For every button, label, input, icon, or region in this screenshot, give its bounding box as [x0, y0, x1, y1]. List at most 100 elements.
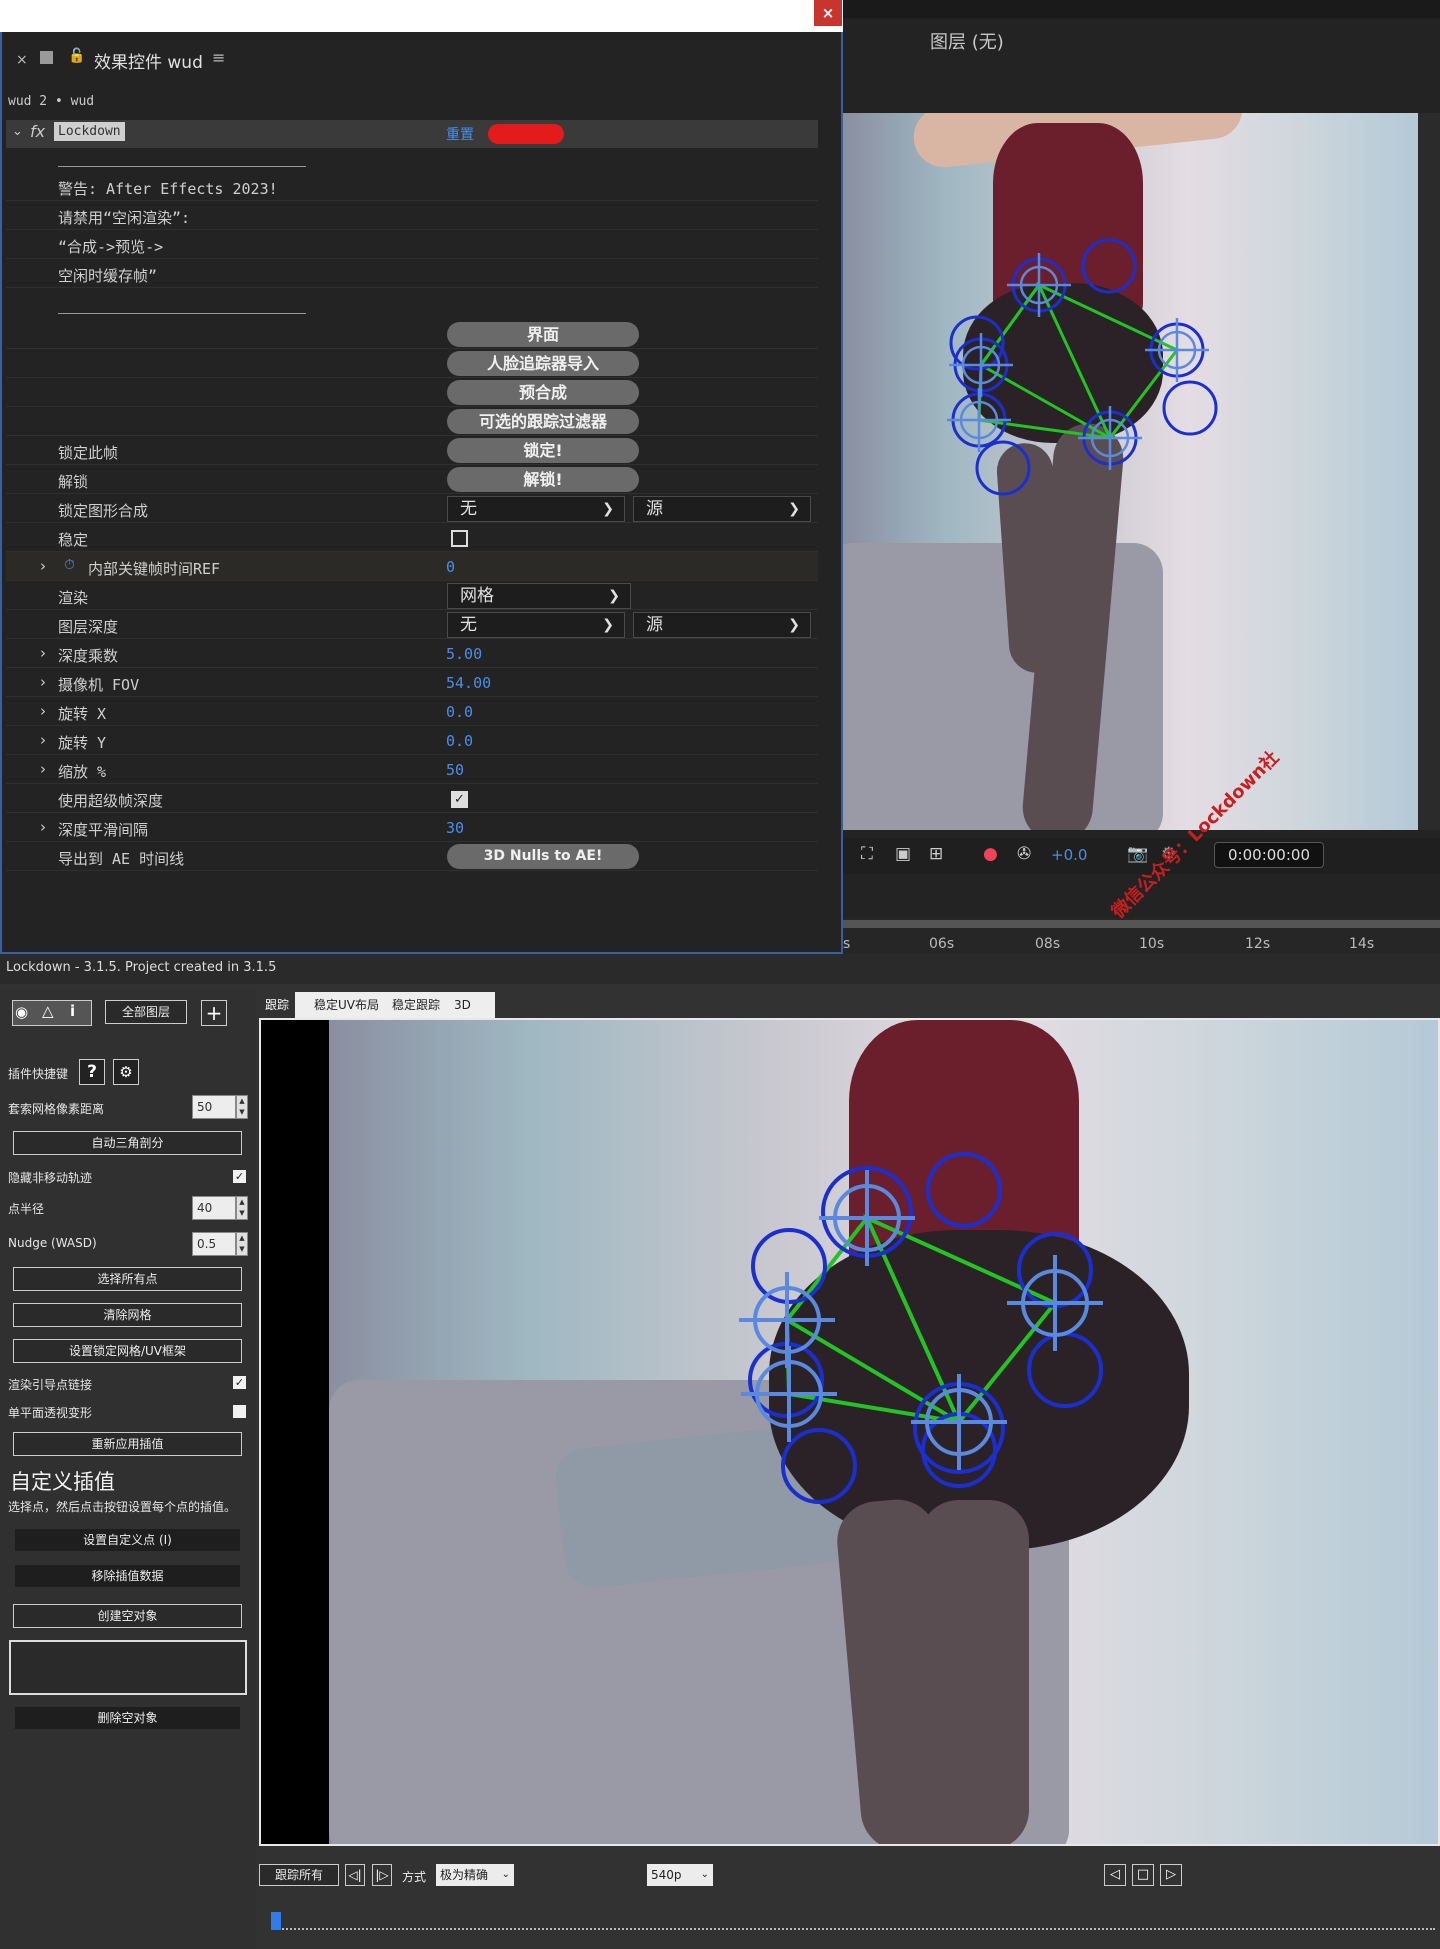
expand-icon[interactable]: › [40, 818, 46, 836]
chevron-down-icon: ❯ [788, 617, 800, 633]
render-select[interactable]: 网格 ❯ [447, 583, 631, 609]
hide-static-checkbox[interactable]: ✓ [233, 1170, 246, 1183]
exposure-value[interactable]: +0.0 [1051, 846, 1087, 864]
expand-icon[interactable]: › [40, 702, 46, 720]
rot-x-value[interactable]: 0.0 [446, 703, 473, 721]
scale-label: 缩放 % [58, 763, 107, 781]
expand-icon[interactable]: › [40, 673, 46, 691]
menu-icon[interactable]: ≡ [212, 48, 225, 67]
precompose-button[interactable]: 预合成 [447, 380, 639, 405]
reapply-button[interactable]: 重新应用插值 [13, 1432, 242, 1456]
expand-icon[interactable]: › [40, 760, 46, 778]
eye-icon[interactable]: ◉ [15, 1003, 28, 1021]
layer-depth-select-2[interactable]: 源 ❯ [633, 612, 811, 638]
expand-icon[interactable]: › [40, 557, 46, 575]
lasso-input[interactable]: 50 [192, 1095, 236, 1119]
transparency-icon[interactable]: ▣ [895, 844, 911, 864]
time-ruler[interactable]: s 06s 08s 10s 12s 14s [843, 918, 1440, 954]
lock-icon[interactable]: 🔓 [68, 48, 85, 64]
step-back-icon[interactable]: ◁| [345, 1864, 365, 1886]
resolution-select[interactable]: 540p ⌄ [647, 1864, 713, 1886]
all-layers-button[interactable]: 全部图层 [105, 1000, 187, 1024]
stabilize-checkbox[interactable] [451, 530, 468, 547]
face-tracker-import-button[interactable]: 人脸追踪器导入 [447, 351, 639, 376]
render-guides-label: 渲染引导点链接 [8, 1378, 93, 1392]
tab-stable-track[interactable]: 稳定跟踪 [386, 992, 446, 1018]
fx-icon[interactable]: fx [30, 122, 45, 141]
lock-shape-select-1[interactable]: 无 ❯ [447, 496, 625, 522]
work-area-bar[interactable] [843, 920, 1440, 928]
viewer-scrollbar[interactable] [1418, 113, 1440, 830]
remove-interp-button[interactable]: 移除插值数据 [15, 1565, 240, 1587]
lock-button[interactable]: 锁定! [447, 438, 639, 463]
create-null-button[interactable]: 创建空对象 [13, 1604, 242, 1628]
add-icon[interactable]: + [201, 1000, 227, 1026]
color-manage-icon[interactable]: ✇ [1017, 844, 1031, 864]
interface-button[interactable]: 界面 [447, 322, 639, 347]
camera-fov-label: 摄像机 FOV [58, 676, 140, 694]
point-radius-input[interactable]: 40 [192, 1196, 236, 1220]
nudge-input[interactable]: 0.5 [192, 1232, 236, 1256]
expand-icon[interactable]: › [40, 644, 46, 662]
reset-link[interactable]: 重置 [446, 124, 474, 144]
prev-frame-icon[interactable]: ◁ [1104, 1864, 1126, 1886]
set-lock-mesh-button[interactable]: 设置锁定网格/UV框架 [13, 1339, 242, 1363]
select-all-button[interactable]: 选择所有点 [13, 1267, 242, 1291]
warn-line-4: 空闲时缓存帧” [58, 267, 158, 285]
playhead-handle[interactable] [271, 1912, 281, 1930]
camera-icon[interactable]: 📷 [1127, 844, 1148, 864]
panel-close-icon[interactable]: × [16, 52, 28, 68]
effect-name[interactable]: Lockdown [54, 122, 125, 141]
layer-depth-select-1[interactable]: 无 ❯ [447, 612, 625, 638]
lock-shape-select-2[interactable]: 源 ❯ [633, 496, 811, 522]
optional-filter-button[interactable]: 可选的跟踪过滤器 [447, 409, 639, 434]
super-frame-checkbox[interactable]: ✓ [451, 791, 468, 808]
scale-value[interactable]: 50 [446, 761, 464, 779]
channels-icon[interactable]: ● [983, 844, 998, 864]
null-list[interactable] [9, 1640, 247, 1695]
set-custom-button[interactable]: 设置自定义点 (I) [15, 1529, 240, 1551]
grid-icon[interactable]: ⊞ [929, 844, 943, 864]
render-guides-checkbox[interactable]: ✓ [233, 1376, 246, 1389]
panel-square-icon[interactable] [40, 51, 53, 64]
camera-fov-value[interactable]: 54.00 [446, 674, 491, 692]
nudge-stepper[interactable]: ▲ ▼ [236, 1232, 248, 1256]
expand-icon[interactable]: › [40, 731, 46, 749]
select-value: 无 [460, 615, 477, 635]
info-icon[interactable]: i [70, 1002, 75, 1020]
tab-3d[interactable]: 3D [448, 992, 477, 1018]
nulls-to-ae-button[interactable]: 3D Nulls to AE! [447, 844, 639, 869]
point-radius-stepper[interactable]: ▲ ▼ [236, 1196, 248, 1220]
nudge-label: Nudge (WASD) [8, 1236, 97, 1250]
depth-mult-value[interactable]: 5.00 [446, 645, 482, 663]
step-forward-icon[interactable]: |▷ [372, 1864, 392, 1886]
tracking-canvas[interactable] [259, 1018, 1440, 1846]
single-persp-label: 单平面透视变形 [8, 1406, 93, 1420]
next-frame-icon[interactable]: ▷ [1160, 1864, 1182, 1886]
depth-smooth-value[interactable]: 30 [446, 819, 464, 837]
delete-null-button[interactable]: 删除空对象 [15, 1707, 240, 1729]
chevron-down-icon: ❯ [602, 501, 614, 517]
track-all-button[interactable]: 跟踪所有 [259, 1864, 339, 1886]
help-icon[interactable]: ? [79, 1059, 105, 1085]
triangle-icon[interactable]: △ [42, 1002, 54, 1020]
method-select[interactable]: 极为精确 ⌄ [436, 1864, 514, 1886]
timecode[interactable]: 0:00:00:00 [1214, 842, 1324, 868]
rot-y-value[interactable]: 0.0 [446, 732, 473, 750]
viewer-topstrip [843, 0, 1440, 18]
unlock-button[interactable]: 解锁! [447, 467, 639, 492]
tab-track[interactable]: 跟踪 [259, 992, 296, 1018]
gear-icon[interactable]: ⚙ [113, 1059, 139, 1085]
region-icon[interactable]: ⛶ [861, 844, 873, 864]
timeline-track[interactable] [275, 1928, 1435, 1931]
internal-keyframe-value[interactable]: 0 [446, 558, 455, 576]
chevron-down-icon[interactable]: ⌄ [12, 124, 23, 139]
close-icon[interactable]: × [814, 0, 842, 26]
auto-triangulate-button[interactable]: 自动三角剖分 [13, 1131, 242, 1155]
lasso-stepper[interactable]: ▲ ▼ [236, 1095, 248, 1119]
single-persp-checkbox[interactable] [233, 1405, 246, 1418]
stop-icon[interactable]: □ [1132, 1864, 1154, 1886]
stopwatch-icon[interactable]: ⏱ [64, 557, 75, 573]
tab-stable-uv[interactable]: 稳定UV布局 [308, 992, 385, 1018]
clear-mesh-button[interactable]: 清除网格 [13, 1303, 242, 1327]
